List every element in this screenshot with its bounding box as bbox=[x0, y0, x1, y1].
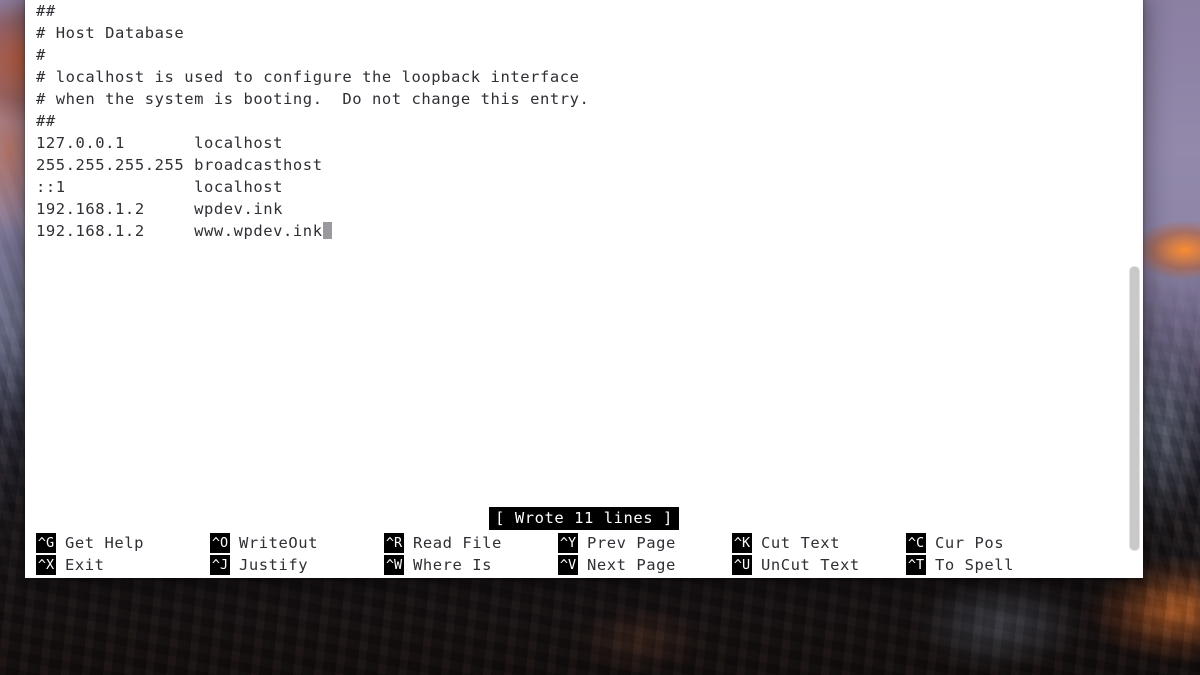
status-message: [ Wrote 11 lines ] bbox=[25, 507, 1143, 530]
shortcut-key-glyph: ^J bbox=[210, 555, 230, 575]
text-cursor bbox=[322, 222, 332, 239]
shortcut-get-help[interactable]: ^G Get Help bbox=[36, 532, 210, 554]
shortcut-column-2: ^O WriteOut ^J Justify bbox=[210, 532, 384, 576]
shortcut-key-glyph: ^U bbox=[732, 555, 752, 575]
shortcut-column-6: ^C Cur Pos ^T To Spell bbox=[906, 532, 1014, 576]
shortcut-prev-page[interactable]: ^Y Prev Page bbox=[558, 532, 732, 554]
shortcut-key-glyph: ^X bbox=[36, 555, 56, 575]
shortcut-key-glyph: ^Y bbox=[558, 533, 578, 553]
nano-editor[interactable]: ## # Host Database # # localhost is used… bbox=[25, 0, 1143, 578]
code-line: ::1 localhost bbox=[36, 178, 284, 196]
shortcut-key-glyph: ^V bbox=[558, 555, 578, 575]
shortcut-where-is[interactable]: ^W Where Is bbox=[384, 554, 558, 576]
code-line: # localhost is used to configure the loo… bbox=[36, 68, 580, 86]
shortcut-cut-text[interactable]: ^K Cut Text bbox=[732, 532, 906, 554]
shortcut-label: Get Help bbox=[65, 534, 145, 552]
shortcut-label: WriteOut bbox=[239, 534, 319, 552]
shortcut-to-spell[interactable]: ^T To Spell bbox=[906, 554, 1014, 576]
code-line: # when the system is booting. Do not cha… bbox=[36, 90, 590, 108]
shortcut-exit[interactable]: ^X Exit bbox=[36, 554, 210, 576]
shortcut-label: Prev Page bbox=[587, 534, 676, 552]
shortcut-label: Read File bbox=[413, 534, 502, 552]
status-message-text: [ Wrote 11 lines ] bbox=[489, 507, 679, 530]
shortcut-label: To Spell bbox=[935, 556, 1015, 574]
shortcut-key-glyph: ^G bbox=[36, 533, 56, 553]
code-line-with-cursor: 192.168.1.2 www.wpdev.ink bbox=[36, 220, 1126, 242]
shortcut-column-3: ^R Read File ^W Where Is bbox=[384, 532, 558, 576]
terminal-window[interactable]: ## # Host Database # # localhost is used… bbox=[25, 0, 1143, 578]
shortcut-key-glyph: ^T bbox=[906, 555, 926, 575]
shortcut-label: Where Is bbox=[413, 556, 493, 574]
shortcut-column-4: ^Y Prev Page ^V Next Page bbox=[558, 532, 732, 576]
shortcut-label: Cut Text bbox=[761, 534, 841, 552]
code-line: 192.168.1.2 wpdev.ink bbox=[36, 200, 284, 218]
shortcut-key-glyph: ^C bbox=[906, 533, 926, 553]
shortcut-key-glyph: ^K bbox=[732, 533, 752, 553]
shortcut-cur-pos[interactable]: ^C Cur Pos bbox=[906, 532, 1014, 554]
shortcut-label: Cur Pos bbox=[935, 534, 1005, 552]
screen: ## # Host Database # # localhost is used… bbox=[0, 0, 1200, 675]
shortcut-read-file[interactable]: ^R Read File bbox=[384, 532, 558, 554]
shortcut-bar: ^G Get Help ^X Exit ^O WriteOut ^J Justi… bbox=[36, 532, 1126, 576]
code-line: # Host Database bbox=[36, 24, 185, 42]
code-line: ## bbox=[36, 112, 56, 130]
shortcut-label: Next Page bbox=[587, 556, 676, 574]
code-line-text: 192.168.1.2 www.wpdev.ink bbox=[36, 222, 323, 240]
code-line: ## bbox=[36, 2, 56, 20]
shortcut-writeout[interactable]: ^O WriteOut bbox=[210, 532, 384, 554]
code-line: 255.255.255.255 broadcasthost bbox=[36, 156, 323, 174]
shortcut-key-glyph: ^O bbox=[210, 533, 230, 553]
shortcut-uncut-text[interactable]: ^U UnCut Text bbox=[732, 554, 906, 576]
shortcut-column-5: ^K Cut Text ^U UnCut Text bbox=[732, 532, 906, 576]
shortcut-key-glyph: ^W bbox=[384, 555, 404, 575]
shortcut-next-page[interactable]: ^V Next Page bbox=[558, 554, 732, 576]
code-line: # bbox=[36, 46, 46, 64]
shortcut-label: UnCut Text bbox=[761, 556, 860, 574]
shortcut-label: Justify bbox=[239, 556, 309, 574]
scrollbar-thumb[interactable] bbox=[1129, 266, 1140, 551]
file-content[interactable]: ## # Host Database # # localhost is used… bbox=[36, 0, 1126, 242]
scrollbar-track[interactable] bbox=[1127, 0, 1143, 578]
shortcut-justify[interactable]: ^J Justify bbox=[210, 554, 384, 576]
shortcut-key-glyph: ^R bbox=[384, 533, 404, 553]
shortcut-label: Exit bbox=[65, 556, 105, 574]
shortcut-column-1: ^G Get Help ^X Exit bbox=[36, 532, 210, 576]
code-line: 127.0.0.1 localhost bbox=[36, 134, 284, 152]
